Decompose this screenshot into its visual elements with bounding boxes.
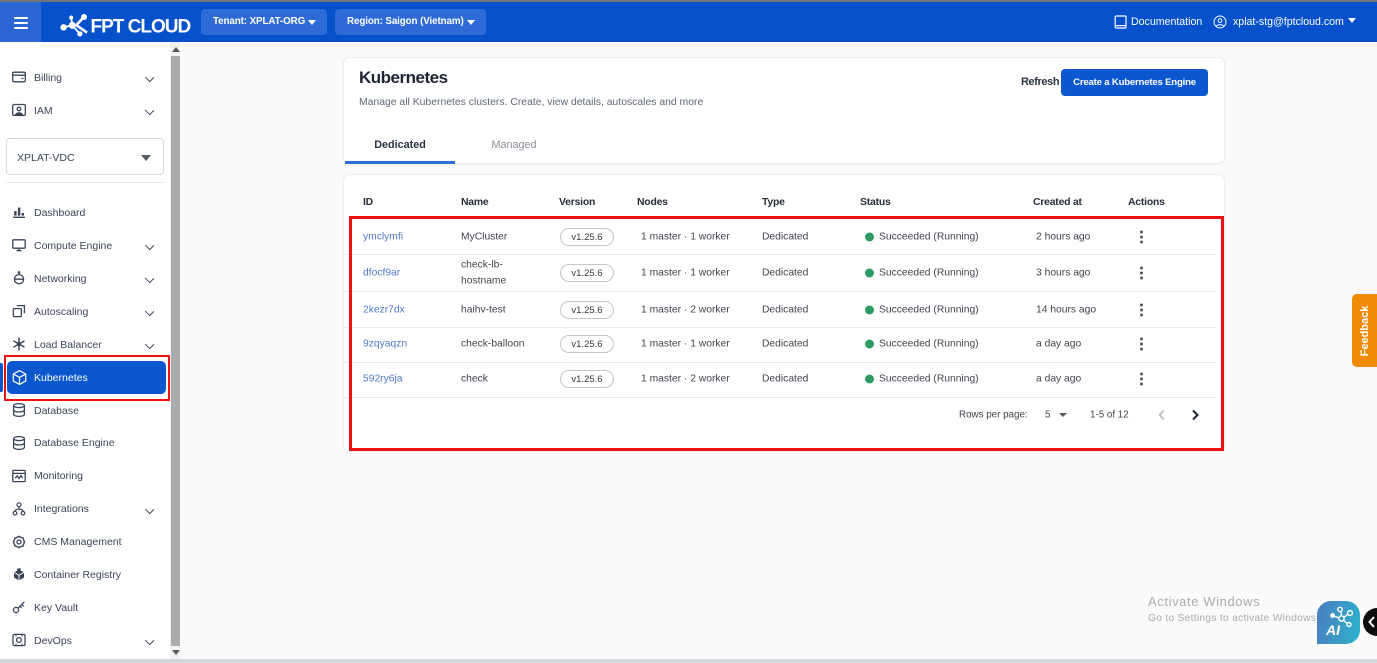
svg-text:AI: AI bbox=[1325, 622, 1341, 638]
svg-text:FPT CLOUD: FPT CLOUD bbox=[91, 17, 191, 38]
